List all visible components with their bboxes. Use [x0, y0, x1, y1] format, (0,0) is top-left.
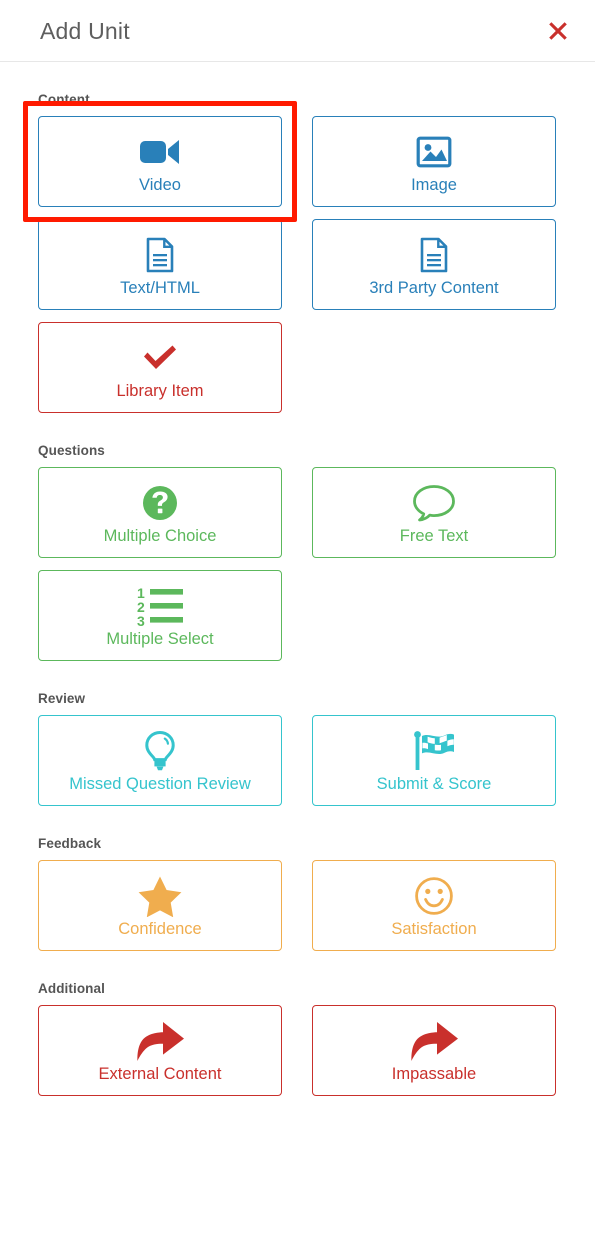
unit-card-label: Video: [139, 176, 181, 194]
unit-card-3rd-party-content[interactable]: 3rd Party Content: [312, 219, 556, 310]
page-title: Add Unit: [40, 18, 130, 44]
numbered-list-icon: 1 2 3: [135, 584, 185, 628]
unit-card-impassable[interactable]: Impassable: [312, 1005, 556, 1096]
card-grid: External Content Impassable: [38, 1005, 557, 1096]
section-feedback: Feedback Confidence Satisfaction: [38, 836, 557, 951]
document-icon: [419, 233, 449, 277]
speech-bubble-icon: [411, 481, 457, 525]
section-label: Additional: [38, 981, 105, 996]
add-unit-modal: Add Unit Content Video Image Text/HTML 3…: [0, 0, 595, 1238]
unit-card-label: Impassable: [391, 1065, 477, 1083]
unit-card-video[interactable]: Video: [23, 101, 297, 222]
smiley-face-icon: [414, 874, 454, 918]
unit-card-label: Multiple Choice: [103, 527, 217, 545]
section-label: Questions: [38, 443, 105, 458]
unit-card-submit-score[interactable]: Submit & Score: [312, 715, 556, 806]
close-x-icon: [546, 19, 570, 43]
card-grid: Multiple Choice Free Text 1 2 3 Multiple…: [38, 467, 557, 661]
modal-header: Add Unit: [0, 0, 595, 62]
section-content: Content Video Image Text/HTML 3rd Party …: [23, 92, 557, 413]
unit-card-label: Text/HTML: [120, 279, 200, 297]
question-circle-icon: [141, 481, 179, 525]
unit-type-list: Content Video Image Text/HTML 3rd Party …: [0, 62, 595, 1096]
unit-card-missed-question-review[interactable]: Missed Question Review: [38, 715, 282, 806]
unit-card-label: Missed Question Review: [69, 775, 251, 793]
unit-card-text-html[interactable]: Text/HTML: [38, 219, 282, 310]
unit-card-label: Confidence: [118, 920, 202, 938]
unit-card-label: External Content: [98, 1065, 222, 1083]
section-label: Review: [38, 691, 86, 706]
unit-card-label: Image: [411, 176, 457, 194]
share-arrow-icon: [408, 1019, 460, 1063]
close-button[interactable]: [541, 14, 575, 48]
unit-card-multiple-select[interactable]: 1 2 3 Multiple Select: [38, 570, 282, 661]
lightbulb-icon: [143, 729, 177, 773]
unit-card-multiple-choice[interactable]: Multiple Choice: [38, 467, 282, 558]
section-review: Review Missed Question Review Submit & S…: [38, 691, 557, 806]
unit-card-label: Library Item: [116, 382, 204, 400]
unit-card-label: Submit & Score: [376, 775, 492, 793]
card-grid: Missed Question Review Submit & Score: [38, 715, 557, 806]
document-icon: [145, 233, 175, 277]
unit-card-label: Satisfaction: [391, 920, 477, 938]
section-label: Content: [38, 92, 90, 107]
unit-card-library-item[interactable]: Library Item: [38, 322, 282, 413]
section-label: Feedback: [38, 836, 102, 851]
unit-card-label: 3rd Party Content: [369, 279, 499, 297]
checkered-flag-icon: [411, 729, 457, 773]
unit-card-label: Multiple Select: [106, 630, 214, 648]
unit-card-external-content[interactable]: External Content: [38, 1005, 282, 1096]
unit-card-image[interactable]: Image: [312, 116, 556, 207]
video-camera-icon: [138, 130, 182, 174]
image-picture-icon: [416, 130, 452, 174]
card-grid: Video Image Text/HTML 3rd Party Content …: [23, 101, 557, 413]
share-arrow-icon: [134, 1019, 186, 1063]
unit-card-free-text[interactable]: Free Text: [312, 467, 556, 558]
unit-card-label: Free Text: [399, 527, 469, 545]
section-questions: Questions Multiple Choice Free Text 1 2 …: [38, 443, 557, 661]
checkmark-icon: [140, 336, 180, 380]
star-icon: [138, 874, 182, 918]
unit-card-confidence[interactable]: Confidence: [38, 860, 282, 951]
unit-card-satisfaction[interactable]: Satisfaction: [312, 860, 556, 951]
card-grid: Confidence Satisfaction: [38, 860, 557, 951]
svg-text:3: 3: [137, 613, 145, 627]
section-additional: Additional External Content Impassable: [38, 981, 557, 1096]
